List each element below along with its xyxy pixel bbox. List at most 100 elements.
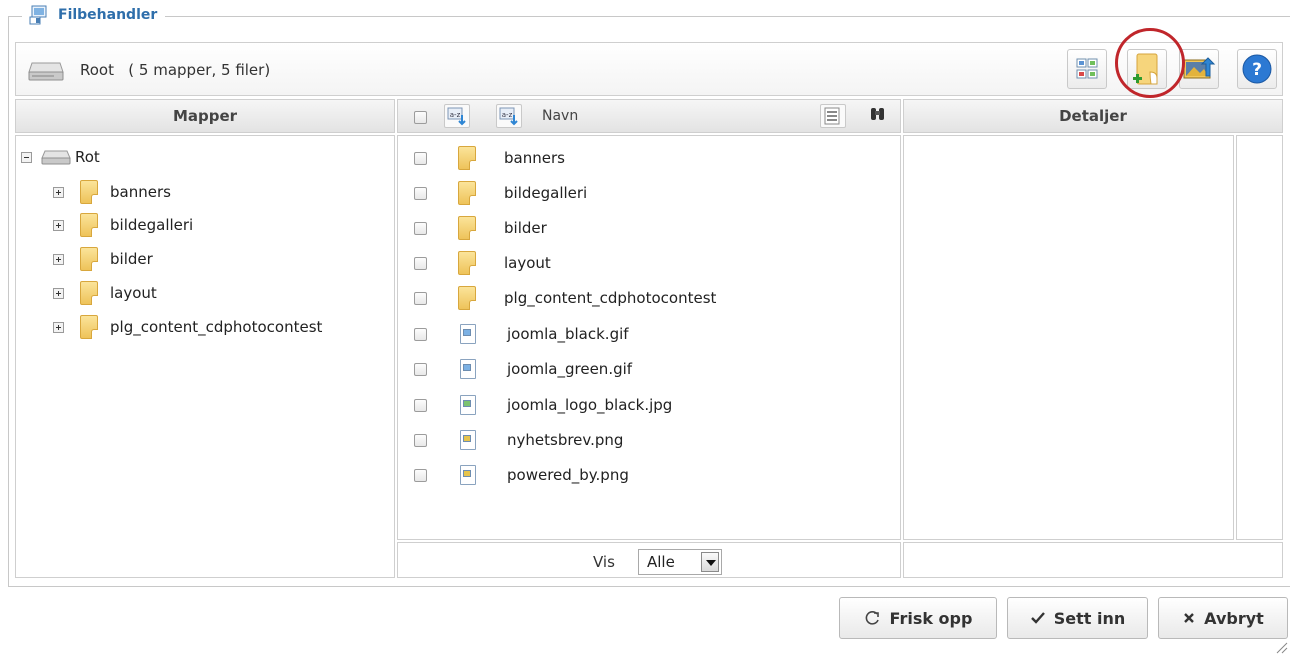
image-file-icon [460, 324, 476, 344]
list-view-icon [824, 107, 840, 125]
folders-header-label: Mapper [172, 107, 238, 125]
row-checkbox[interactable] [414, 186, 427, 200]
tree-item-bildegalleri[interactable]: bildegalleri [53, 212, 193, 238]
frame-top-border [8, 16, 1290, 17]
list-item[interactable]: banners [398, 141, 898, 175]
grid-view-icon [1076, 58, 1098, 79]
item-name: joomla_black.gif [507, 325, 629, 343]
sort-name-button[interactable]: a-z [496, 104, 522, 128]
filter-label: Vis [593, 553, 615, 571]
tree-root[interactable]: Rot [21, 144, 100, 170]
image-file-icon [460, 395, 476, 415]
row-checkbox[interactable] [414, 468, 427, 482]
tree-root-label: Rot [75, 148, 100, 166]
list-item[interactable]: joomla_logo_black.jpg [398, 388, 898, 422]
sort-az-icon: a-z [447, 107, 466, 126]
window-title-text: Filbehandler [58, 7, 158, 23]
folder-icon [80, 213, 98, 237]
list-item[interactable]: joomla_green.gif [398, 352, 898, 386]
expand-icon[interactable] [53, 287, 64, 299]
path-label: Root [80, 61, 114, 79]
item-name: powered_by.png [507, 466, 629, 484]
row-checkbox[interactable] [414, 433, 427, 447]
new-folder-icon [1133, 53, 1158, 85]
image-file-icon [460, 430, 476, 450]
refresh-button-label: Frisk opp [889, 608, 973, 628]
sort-type-button[interactable]: a-z [444, 104, 470, 128]
list-item[interactable]: bilder [398, 211, 898, 245]
svg-text:a-z: a-z [450, 111, 461, 119]
window-title: Filbehandler [22, 4, 166, 26]
row-checkbox[interactable] [414, 327, 427, 341]
cancel-button[interactable]: Avbryt [1158, 597, 1288, 639]
search-button[interactable] [866, 104, 892, 128]
upload-button[interactable] [1179, 49, 1219, 89]
svg-text:?: ? [1252, 60, 1262, 80]
upload-icon [1183, 57, 1216, 79]
filter-select-value: Alle [647, 553, 675, 571]
details-header: Detaljer [903, 99, 1283, 133]
details-view-button[interactable] [820, 104, 846, 128]
name-column-header[interactable]: Navn [542, 108, 578, 124]
item-name: bilder [504, 219, 547, 237]
tree-item-label: bilder [110, 250, 153, 268]
details-content [903, 135, 1234, 540]
item-name: layout [504, 254, 551, 272]
folder-icon [458, 146, 476, 170]
insert-button-label: Sett inn [1053, 608, 1126, 628]
row-checkbox[interactable] [414, 221, 427, 235]
image-file-icon [460, 359, 476, 379]
collapse-icon[interactable] [21, 151, 32, 163]
expand-icon[interactable] [53, 253, 64, 265]
row-checkbox[interactable] [414, 291, 427, 305]
row-checkbox[interactable] [414, 151, 427, 165]
expand-icon[interactable] [53, 219, 64, 231]
tree-item-label: banners [110, 183, 171, 201]
row-checkbox[interactable] [414, 398, 427, 412]
tree-item-banners[interactable]: banners [53, 179, 171, 205]
list-item[interactable]: powered_by.png [398, 458, 898, 492]
tree-item-plg-content-cdphotocontest[interactable]: plg_content_cdphotocontest [53, 314, 322, 340]
list-item[interactable]: layout [398, 246, 898, 280]
drive-icon [41, 150, 71, 165]
expand-icon[interactable] [53, 321, 64, 333]
tree-item-label: plg_content_cdphotocontest [110, 318, 323, 336]
file-list-header: a-z a-z Navn [397, 99, 901, 133]
row-checkbox[interactable] [414, 256, 427, 270]
frame-left-border [8, 16, 9, 586]
folder-icon [80, 247, 98, 271]
expand-icon[interactable] [53, 186, 64, 198]
folder-tree: Rot banners bildegalleri bilder layout p… [15, 135, 395, 578]
item-name: joomla_green.gif [507, 360, 633, 378]
select-all-checkbox[interactable] [414, 111, 427, 124]
checkmark-icon [1030, 612, 1045, 624]
folder-icon [80, 281, 98, 305]
list-item[interactable]: bildegalleri [398, 176, 898, 210]
new-folder-button[interactable] [1127, 49, 1167, 89]
row-checkbox[interactable] [414, 362, 427, 376]
item-name: bildegalleri [504, 184, 588, 202]
item-name: plg_content_cdphotocontest [504, 289, 717, 307]
help-button[interactable]: ? [1237, 49, 1277, 89]
insert-button[interactable]: Sett inn [1007, 597, 1148, 639]
toolbar: Root ( 5 mapper, 5 filer) ? [15, 42, 1283, 96]
folder-icon [458, 216, 476, 240]
item-name: banners [504, 149, 565, 167]
file-list: banners bildegalleri bilder layout plg_c… [397, 135, 901, 540]
tree-item-bilder[interactable]: bilder [53, 246, 153, 272]
details-side-column [1236, 135, 1283, 540]
close-icon [1184, 613, 1195, 623]
list-item[interactable]: joomla_black.gif [398, 317, 898, 351]
refresh-button[interactable]: Frisk opp [839, 597, 997, 639]
folder-icon [458, 286, 476, 310]
frame-bottom-border [8, 586, 1290, 587]
list-item[interactable]: nyhetsbrev.png [398, 423, 898, 457]
filter-select[interactable]: Alle [638, 549, 722, 575]
file-manager-icon [28, 4, 50, 26]
list-item[interactable]: plg_content_cdphotocontest [398, 281, 898, 315]
resize-grip-icon[interactable] [1276, 642, 1288, 654]
view-mode-button[interactable] [1067, 49, 1107, 89]
tree-item-label: layout [110, 284, 157, 302]
folders-header: Mapper [15, 99, 395, 133]
tree-item-layout[interactable]: layout [53, 280, 157, 306]
